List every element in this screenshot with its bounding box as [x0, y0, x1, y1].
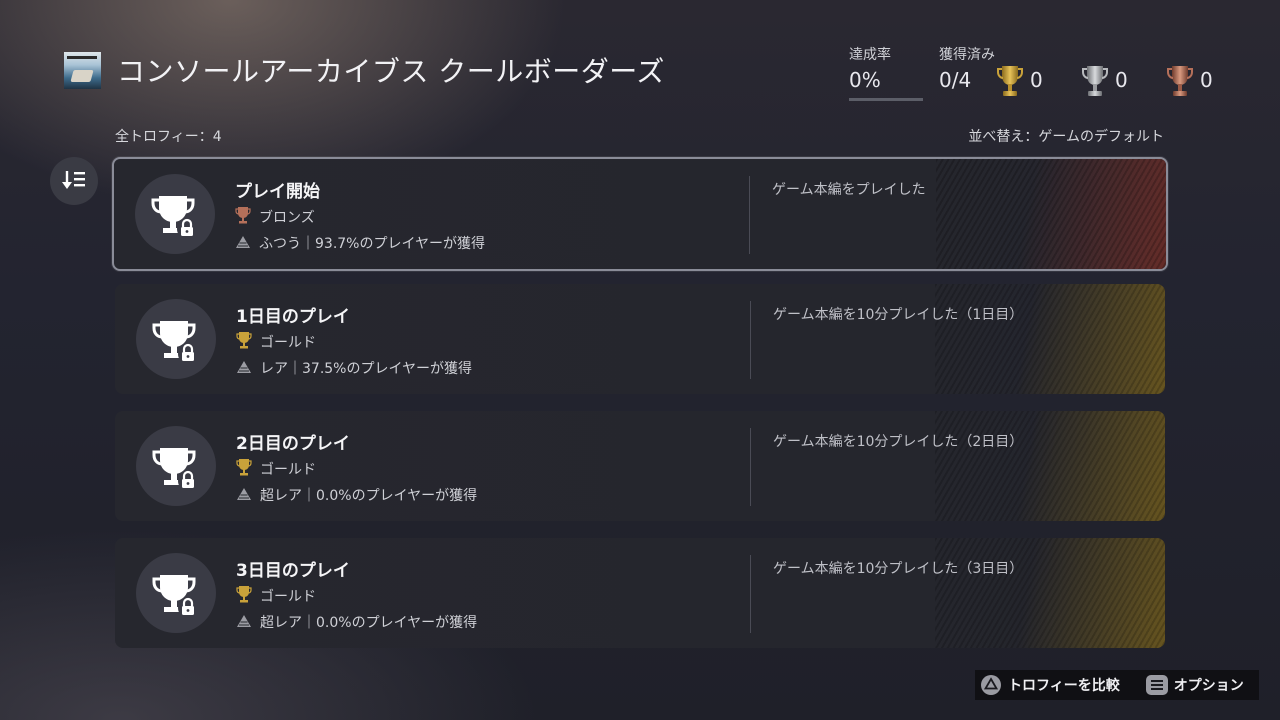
- total-trophies-label: 全トロフィー：4: [115, 129, 222, 145]
- compare-trophies-label: トロフィーを比較: [1008, 678, 1120, 694]
- trophy-grade-glow: [935, 411, 1165, 521]
- trophy-description: ゲーム本編をプレイした: [772, 182, 926, 198]
- game-header: コンソールアーカイブス クールボーダーズ 達成率 0% 獲得済み 0/4 0 0: [64, 47, 1224, 110]
- trophy-description: ゲーム本編を10分プレイした（1日目）: [773, 307, 1024, 323]
- triangle-button-icon: [981, 675, 1001, 695]
- trophy-card[interactable]: 2日目のプレイ ゴールド 超レア｜0.0%のプレイヤーが獲得 ゲーム本編を10分…: [115, 411, 1165, 521]
- completion-value: 0%: [849, 68, 881, 92]
- game-title: コンソールアーカイブス クールボーダーズ: [117, 55, 665, 88]
- trophy-name: プレイ開始: [235, 182, 320, 202]
- trophy-description: ゲーム本編を10分プレイした（2日目）: [773, 434, 1024, 450]
- trophy-grade: ゴールド: [260, 335, 316, 351]
- earned-value: 0/4: [939, 68, 972, 92]
- options-label: オプション: [1173, 678, 1244, 694]
- locked-trophy-icon: [136, 426, 216, 506]
- trophy-card[interactable]: プレイ開始 ブロンズ ふつう｜93.7%のプレイヤーが獲得 ゲーム本編をプレイし…: [112, 157, 1168, 271]
- completion-label: 達成率: [849, 47, 891, 63]
- card-divider: [750, 301, 751, 379]
- card-divider: [750, 428, 751, 506]
- rarity-icon: [236, 236, 250, 248]
- silver-trophy-icon: [1082, 66, 1108, 96]
- gold-count: 0: [1030, 68, 1043, 92]
- sort-button[interactable]: [50, 157, 98, 205]
- trophy-name: 2日目のプレイ: [236, 434, 350, 454]
- trophy-name: 3日目のプレイ: [236, 561, 350, 581]
- trophy-description: ゲーム本編を10分プレイした（3日目）: [773, 561, 1024, 577]
- rarity-icon: [237, 361, 251, 373]
- gold-trophy-icon: [997, 66, 1023, 96]
- trophy-grade: ゴールド: [260, 462, 316, 478]
- gold-trophy-icon: [236, 586, 252, 603]
- completion-bar: [849, 98, 923, 101]
- game-thumbnail: [64, 52, 101, 89]
- options-button-icon: [1145, 675, 1168, 695]
- bronze-trophy-icon: [235, 207, 251, 224]
- trophy-grade-glow: [935, 538, 1165, 648]
- silver-count: 0: [1115, 68, 1128, 92]
- trophy-rarity: ふつう｜93.7%のプレイヤーが獲得: [259, 236, 486, 252]
- trophy-card[interactable]: 3日目のプレイ ゴールド 超レア｜0.0%のプレイヤーが獲得 ゲーム本編を10分…: [115, 538, 1165, 648]
- trophy-rarity: 超レア｜0.0%のプレイヤーが獲得: [260, 615, 478, 631]
- trophy-grade: ブロンズ: [259, 210, 315, 226]
- gold-trophy-icon: [236, 332, 252, 349]
- compare-trophies-hint[interactable]: トロフィーを比較: [980, 674, 1120, 696]
- gold-trophy-icon: [236, 459, 252, 476]
- rarity-icon: [237, 615, 251, 627]
- button-hints: トロフィーを比較 オプション: [975, 670, 1259, 700]
- trophy-name: 1日目のプレイ: [236, 307, 350, 327]
- trophy-rarity: レア｜37.5%のプレイヤーが獲得: [260, 361, 473, 377]
- bronze-count: 0: [1200, 68, 1213, 92]
- trophy-grade: ゴールド: [260, 589, 316, 605]
- trophy-grade-glow: [935, 284, 1165, 394]
- sort-order-label: 並べ替え：ゲームのデフォルト: [968, 129, 1164, 145]
- trophy-grade-glow: [936, 159, 1166, 269]
- trophy-rarity: 超レア｜0.0%のプレイヤーが獲得: [260, 488, 478, 504]
- card-divider: [749, 176, 750, 254]
- trophy-card[interactable]: 1日目のプレイ ゴールド レア｜37.5%のプレイヤーが獲得 ゲーム本編を10分…: [115, 284, 1165, 394]
- rarity-icon: [237, 488, 251, 500]
- earned-label: 獲得済み: [939, 47, 995, 63]
- options-hint[interactable]: オプション: [1145, 675, 1244, 695]
- trophy-stats: 達成率 0% 獲得済み 0/4 0 0 0: [849, 44, 1229, 104]
- sort-icon: [62, 171, 85, 189]
- bronze-trophy-icon: [1167, 66, 1193, 96]
- card-divider: [750, 555, 751, 633]
- locked-trophy-icon: [136, 553, 216, 633]
- locked-trophy-icon: [136, 299, 216, 379]
- locked-trophy-icon: [135, 174, 215, 254]
